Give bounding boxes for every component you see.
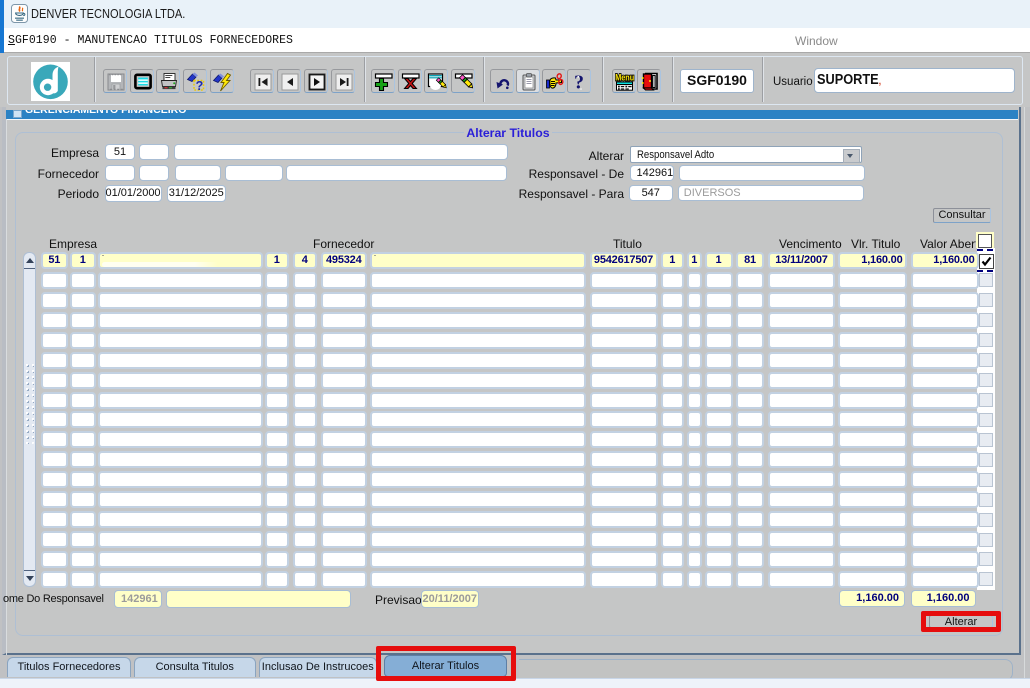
svg-text:?: ? bbox=[196, 79, 204, 93]
svg-text:?: ? bbox=[574, 72, 584, 94]
svg-text:Menu: Menu bbox=[615, 73, 634, 83]
